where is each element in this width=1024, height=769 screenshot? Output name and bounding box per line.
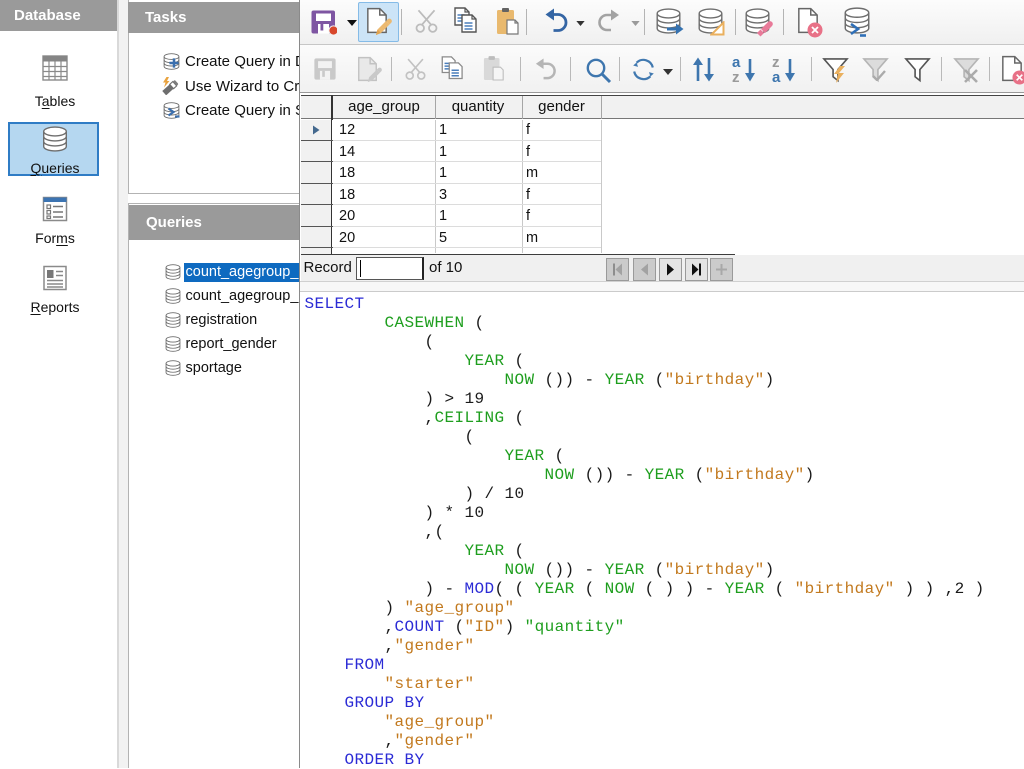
svg-text:z: z: [732, 69, 740, 83]
svg-text:a: a: [772, 69, 781, 83]
